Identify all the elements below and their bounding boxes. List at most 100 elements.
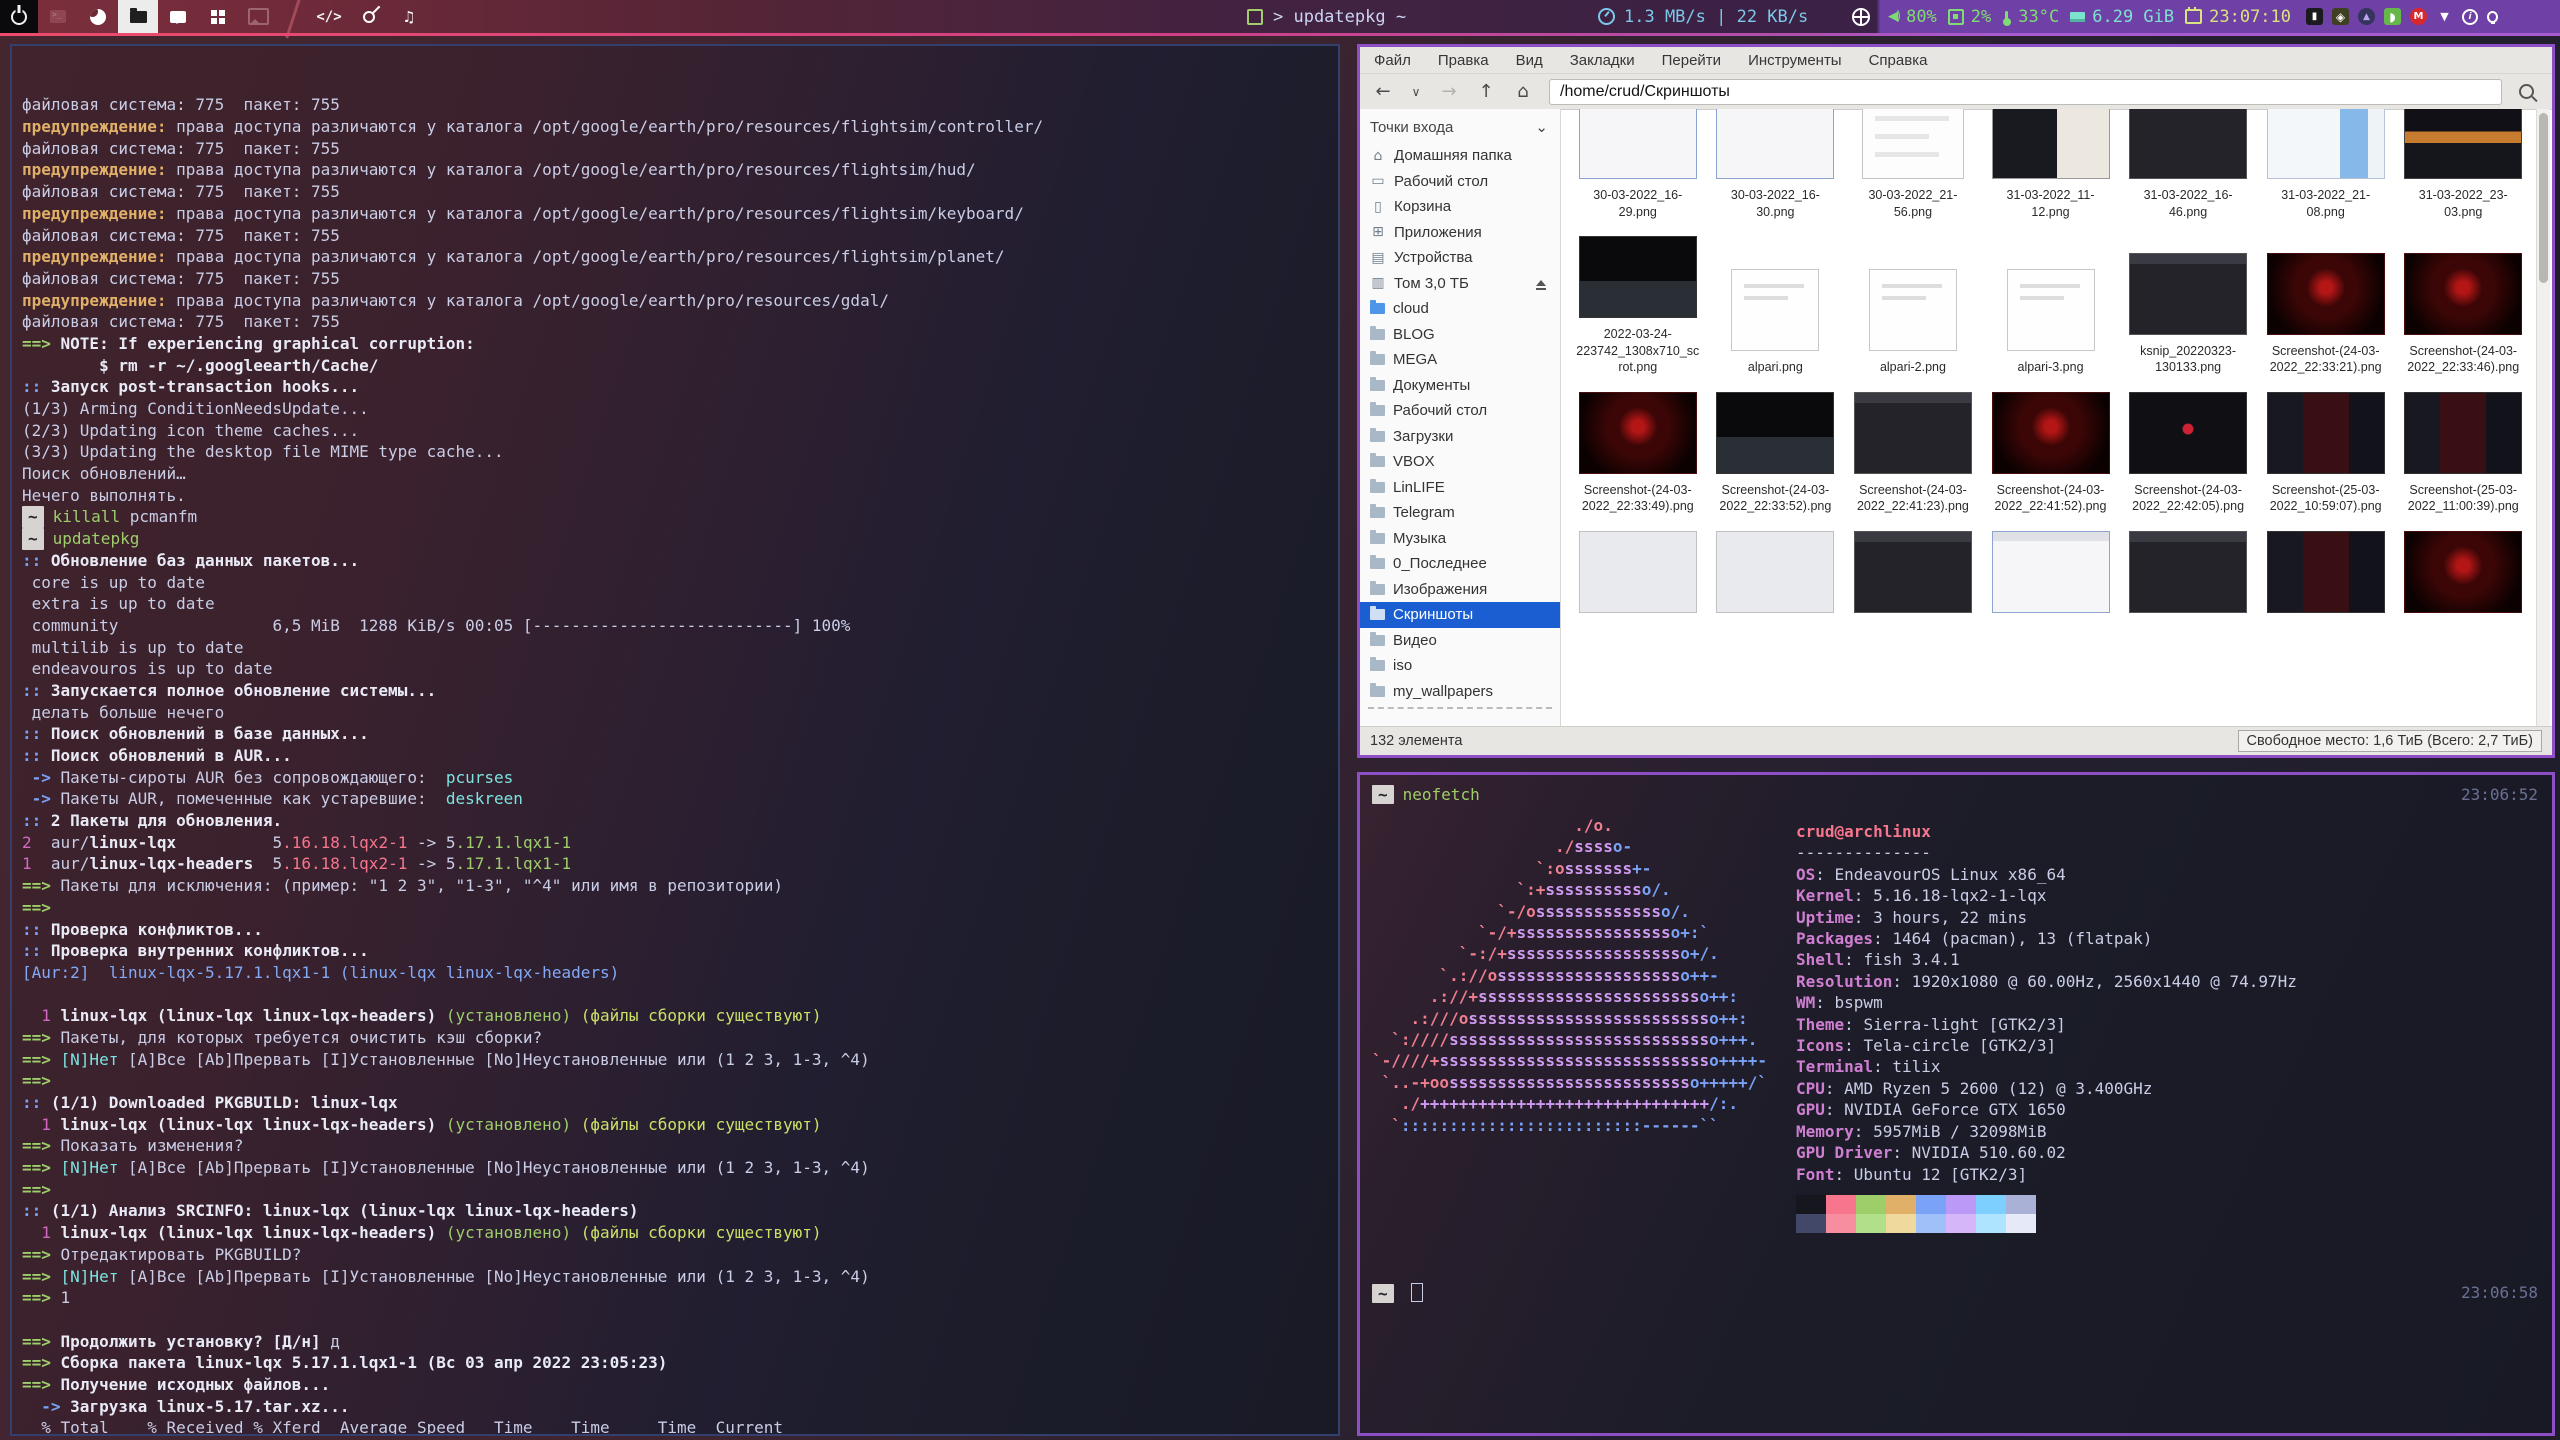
workspace-music[interactable]: ♫ xyxy=(389,0,429,33)
prompt-line-2[interactable]: ~ xyxy=(1372,1283,1423,1303)
workspace-chat[interactable] xyxy=(158,0,198,33)
up-button[interactable]: ↑ xyxy=(1475,81,1497,102)
menu-item-Перейти[interactable]: Перейти xyxy=(1662,52,1721,69)
rss-tray-icon[interactable]: ◗ xyxy=(2384,8,2401,25)
folder-icon xyxy=(1370,380,1385,391)
file-thumbnail xyxy=(1869,269,1957,351)
forward-button[interactable]: → xyxy=(1438,81,1460,102)
home-button[interactable]: ⌂ xyxy=(1512,81,1534,102)
terminal-window[interactable]: файловая система: 775 пакет: 755предупре… xyxy=(10,44,1340,1436)
file-item[interactable] xyxy=(1707,531,1845,621)
file-item[interactable] xyxy=(2257,531,2395,621)
sidebar-item-Домашняя папка[interactable]: ⌂Домашняя папка xyxy=(1360,143,1560,169)
sidebar-item-Telegram[interactable]: Telegram xyxy=(1360,500,1560,526)
sidebar-item-MEGA[interactable]: MEGA xyxy=(1360,347,1560,373)
vertical-scrollbar[interactable] xyxy=(2536,109,2550,727)
workspace-keys[interactable] xyxy=(349,0,389,33)
file-item[interactable]: Screenshot-(24-03-2022_22:33:49).png xyxy=(1569,392,1707,515)
ascii-art-line: `:osssssss+- xyxy=(1372,858,1767,879)
file-item[interactable]: 30-03-2022_21-56.png xyxy=(1844,109,1982,220)
sidebar-item-Том 3,0 ТБ[interactable]: ▥Том 3,0 ТБ xyxy=(1360,271,1560,297)
workspace-browser[interactable] xyxy=(78,0,118,33)
workspace-windows[interactable] xyxy=(198,0,238,33)
workspace-files-active[interactable] xyxy=(118,0,158,33)
file-item[interactable]: Screenshot-(24-03-2022_22:33:21).png xyxy=(2257,236,2395,376)
sidebar-item-Устройства[interactable]: ▤Устройства xyxy=(1360,245,1560,271)
diamond-tray-icon[interactable]: ◈ xyxy=(2332,8,2349,25)
workspace-code[interactable]: </> xyxy=(309,0,349,33)
mega-tray-icon[interactable]: M xyxy=(2410,8,2427,25)
file-item[interactable]: 2022-03-24-223742_1308x710_scrot.png xyxy=(1569,236,1707,376)
file-name: 30-03-2022_21-56.png xyxy=(1850,187,1976,220)
sidebar-item-Видео[interactable]: Видео xyxy=(1360,628,1560,654)
sidebar-item-iso[interactable]: iso xyxy=(1360,653,1560,679)
neofetch-terminal-window[interactable]: ~neofetch 23:06:52 ./o. ./sssso- `:ossss… xyxy=(1357,772,2555,1436)
file-item[interactable]: 31-03-2022_16-46.png xyxy=(2119,109,2257,220)
menu-item-Справка[interactable]: Справка xyxy=(1869,52,1928,69)
file-item[interactable]: alpari-3.png xyxy=(1982,236,2120,376)
file-item[interactable] xyxy=(1844,531,1982,621)
menu-item-Инструменты[interactable]: Инструменты xyxy=(1748,52,1842,69)
power-button[interactable] xyxy=(0,0,38,33)
file-item[interactable]: 31-03-2022_11-12.png xyxy=(1982,109,2120,220)
sidebar-item-Приложения[interactable]: ⊞Приложения xyxy=(1360,220,1560,246)
sidebar-header[interactable]: Точки входа ⌄ xyxy=(1360,113,1560,143)
back-button[interactable]: ← xyxy=(1372,81,1394,102)
file-item[interactable]: Screenshot-(25-03-2022_11:00:39).png xyxy=(2394,392,2532,515)
workspace-terminal[interactable] xyxy=(38,0,78,33)
arrow-up-tray-icon[interactable]: ▲ xyxy=(2358,8,2375,25)
sidebar-item-Изображения[interactable]: Изображения xyxy=(1360,577,1560,603)
file-item[interactable]: 30-03-2022_16-30.png xyxy=(1707,109,1845,220)
file-item[interactable] xyxy=(2394,531,2532,621)
menu-item-Закладки[interactable]: Закладки xyxy=(1570,52,1635,69)
sidebar-item-0_Последнее[interactable]: 0_Последнее xyxy=(1360,551,1560,577)
file-item[interactable] xyxy=(2119,531,2257,621)
sidebar-item-Рабочий стол[interactable]: ▭Рабочий стол xyxy=(1360,169,1560,195)
file-item[interactable]: 30-03-2022_16-29.png xyxy=(1569,109,1707,220)
sidebar-item-LinLIFE[interactable]: LinLIFE xyxy=(1360,475,1560,501)
wifi-tray-icon[interactable]: ▼ xyxy=(2436,8,2453,25)
file-item[interactable]: Screenshot-(24-03-2022_22:42:05).png xyxy=(2119,392,2257,515)
file-item[interactable] xyxy=(1569,531,1707,621)
scrollbar-thumb[interactable] xyxy=(2539,113,2548,283)
sidebar-item-Музыка[interactable]: Музыка xyxy=(1360,526,1560,552)
history-dropdown-icon[interactable]: ∨ xyxy=(1409,85,1423,99)
sidebar-item-Скриншоты[interactable]: Скриншоты xyxy=(1360,602,1560,628)
sidebar-item-BLOG[interactable]: BLOG xyxy=(1360,322,1560,348)
menu-item-Вид[interactable]: Вид xyxy=(1516,52,1543,69)
sidebar-item-label: Приложения xyxy=(1394,224,1482,241)
sidebar-item-my_wallpapers[interactable]: my_wallpapers xyxy=(1360,679,1560,705)
globe-icon[interactable] xyxy=(1852,8,1870,26)
file-item[interactable]: alpari.png xyxy=(1707,236,1845,376)
info-shield-tray-icon[interactable]: i xyxy=(2462,9,2478,25)
file-item[interactable]: ksnip_20220323-130133.png xyxy=(2119,236,2257,376)
file-item[interactable]: 31-03-2022_23-03.png xyxy=(2394,109,2532,220)
file-item[interactable]: Screenshot-(24-03-2022_22:33:52).png xyxy=(1707,392,1845,515)
sidebar-item-VBOX[interactable]: VBOX xyxy=(1360,449,1560,475)
file-item[interactable]: Screenshot-(24-03-2022_22:33:46).png xyxy=(2394,236,2532,376)
menu-item-Правка[interactable]: Правка xyxy=(1438,52,1489,69)
file-item[interactable]: alpari-2.png xyxy=(1844,236,1982,376)
file-item[interactable]: Screenshot-(24-03-2022_22:41:23).png xyxy=(1844,392,1982,515)
file-item[interactable]: Screenshot-(25-03-2022_10:59:07).png xyxy=(2257,392,2395,515)
sidebar-item-Корзина[interactable]: ▯Корзина xyxy=(1360,194,1560,220)
eject-icon[interactable] xyxy=(1536,275,1546,286)
trash-icon: ▯ xyxy=(1370,199,1386,215)
menu-item-Файл[interactable]: Файл xyxy=(1374,52,1411,69)
sidebar-item-Рабочий стол[interactable]: Рабочий стол xyxy=(1360,398,1560,424)
workspace-images[interactable] xyxy=(238,0,278,33)
file-name: alpari-3.png xyxy=(2018,359,2084,376)
lock-tray-icon[interactable]: ▮ xyxy=(2306,8,2323,25)
sidebar-item-cloud[interactable]: cloud xyxy=(1360,296,1560,322)
path-bar[interactable]: /home/crud/Скриншоты xyxy=(1549,79,2502,105)
ascii-art-line: ./sssso- xyxy=(1372,836,1767,857)
terminal-line: % Total % Received % Xferd Average Speed… xyxy=(22,1417,1338,1436)
file-item[interactable]: Screenshot-(24-03-2022_22:41:52).png xyxy=(1982,392,2120,515)
sidebar-item-Документы[interactable]: Документы xyxy=(1360,373,1560,399)
file-item[interactable] xyxy=(1982,531,2120,621)
sidebar-item-Загрузки[interactable]: Загрузки xyxy=(1360,424,1560,450)
file-item[interactable]: 31-03-2022_21-08.png xyxy=(2257,109,2395,220)
search-icon[interactable] xyxy=(2519,84,2534,99)
terminal-line: Поиск обновлений… xyxy=(22,463,1338,485)
bulb-tray-icon[interactable] xyxy=(2487,8,2498,25)
